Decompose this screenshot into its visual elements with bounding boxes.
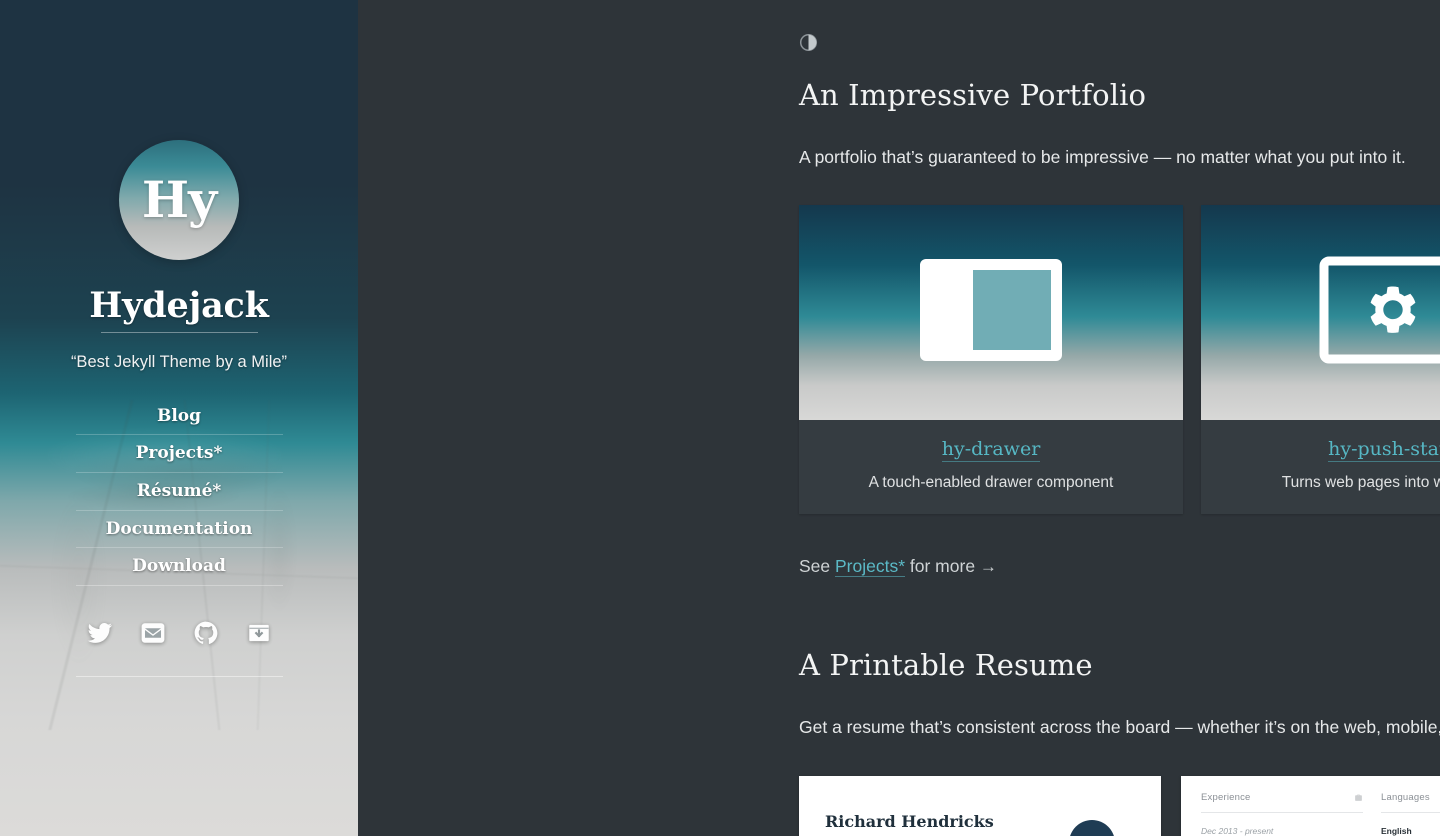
download-icon[interactable] bbox=[246, 620, 272, 646]
site-title-rule bbox=[100, 331, 258, 333]
resume-languages-label: Languages bbox=[1381, 792, 1430, 804]
project-cards: hy-drawer A touch-enabled drawer compone… bbox=[799, 205, 1440, 515]
resume-language-row: English ★★★ bbox=[1381, 826, 1440, 836]
gear-window-icon bbox=[1319, 256, 1440, 369]
resume-lead: Get a resume that’s consistent across th… bbox=[799, 714, 1440, 740]
more-prefix: See bbox=[799, 556, 835, 577]
projects-more-link[interactable]: Projects* bbox=[835, 556, 906, 578]
resume-language-name: English bbox=[1381, 826, 1412, 836]
site-tagline: “Best Jekyll Theme by a Mile” bbox=[70, 352, 288, 371]
resume-column-languages: Languages English ★★★ bbox=[1381, 792, 1440, 836]
site-logo-text: Hy bbox=[141, 170, 217, 229]
project-card-body: hy-push-state Turns web pages into web a… bbox=[1201, 420, 1440, 514]
sidebar-nav: Blog Projects* Résumé* Documentation Dow… bbox=[0, 398, 358, 586]
project-card-desc: Turns web pages into web apps. bbox=[1281, 474, 1440, 492]
sidebar-item-blog[interactable]: Blog bbox=[76, 398, 283, 435]
section-portfolio: An Impressive Portfolio A portfolio that… bbox=[799, 78, 1440, 578]
site-logo[interactable]: Hy bbox=[119, 140, 239, 260]
project-card-media bbox=[1201, 205, 1440, 421]
sidebar-item-download[interactable]: Download bbox=[75, 547, 283, 586]
contrast-icon[interactable] bbox=[799, 33, 818, 52]
site-title[interactable]: Hydejack bbox=[0, 286, 358, 326]
portfolio-heading: An Impressive Portfolio bbox=[799, 78, 1147, 112]
more-suffix: for more bbox=[905, 556, 980, 577]
resume-heading: A Printable Resume bbox=[799, 648, 1093, 682]
resume-previews: Richard Hendricks Experience Dec 2013 - … bbox=[799, 776, 1440, 836]
arrow-right-icon: → bbox=[979, 557, 997, 577]
sidebar-item-documentation[interactable]: Documentation bbox=[75, 509, 283, 548]
twitter-icon[interactable] bbox=[87, 620, 113, 646]
projects-more-line: See Projects* for more → bbox=[799, 556, 1440, 578]
social-links bbox=[0, 620, 358, 646]
resume-preview-details[interactable]: Experience Dec 2013 - present Languages … bbox=[1181, 776, 1440, 836]
main-content: An Impressive Portfolio A portfolio that… bbox=[358, 0, 1440, 836]
resume-experience-header: Experience bbox=[1201, 792, 1363, 814]
resume-experience-label: Experience bbox=[1201, 792, 1251, 804]
page-root: Hy Hydejack “Best Jekyll Theme by a Mile… bbox=[0, 0, 1440, 836]
resume-preview-profile[interactable]: Richard Hendricks bbox=[799, 776, 1161, 836]
resume-experience-row: Dec 2013 - present bbox=[1201, 826, 1363, 836]
project-card-title[interactable]: hy-push-state bbox=[1328, 438, 1440, 463]
email-icon[interactable] bbox=[140, 620, 166, 646]
portfolio-lead: A portfolio that’s guaranteed to be impr… bbox=[799, 146, 1406, 167]
social-rule bbox=[75, 675, 283, 677]
sidebar: Hy Hydejack “Best Jekyll Theme by a Mile… bbox=[0, 0, 358, 836]
project-card-hy-drawer[interactable]: hy-drawer A touch-enabled drawer compone… bbox=[799, 205, 1183, 515]
resume-column-experience: Experience Dec 2013 - present bbox=[1201, 792, 1363, 836]
project-card-title[interactable]: hy-drawer bbox=[941, 438, 1041, 463]
sidebar-item-projects[interactable]: Projects* bbox=[75, 434, 283, 472]
resume-experience-date: Dec 2013 - present bbox=[1201, 826, 1274, 836]
github-icon[interactable] bbox=[193, 620, 219, 646]
section-resume: A Printable Resume Get a resume that’s c… bbox=[799, 648, 1440, 836]
project-card-hy-push-state[interactable]: hy-push-state Turns web pages into web a… bbox=[1201, 205, 1440, 515]
drawer-icon bbox=[917, 256, 1065, 369]
project-card-body: hy-drawer A touch-enabled drawer compone… bbox=[799, 420, 1183, 514]
resume-languages-header: Languages bbox=[1381, 792, 1440, 814]
sidebar-item-resume[interactable]: Résumé* bbox=[75, 471, 283, 510]
resume-lead-before: Get a resume that’s consistent across th… bbox=[799, 716, 1440, 737]
project-card-media bbox=[799, 205, 1183, 421]
project-card-desc: A touch-enabled drawer component bbox=[868, 474, 1114, 492]
briefcase-icon bbox=[1354, 793, 1363, 802]
